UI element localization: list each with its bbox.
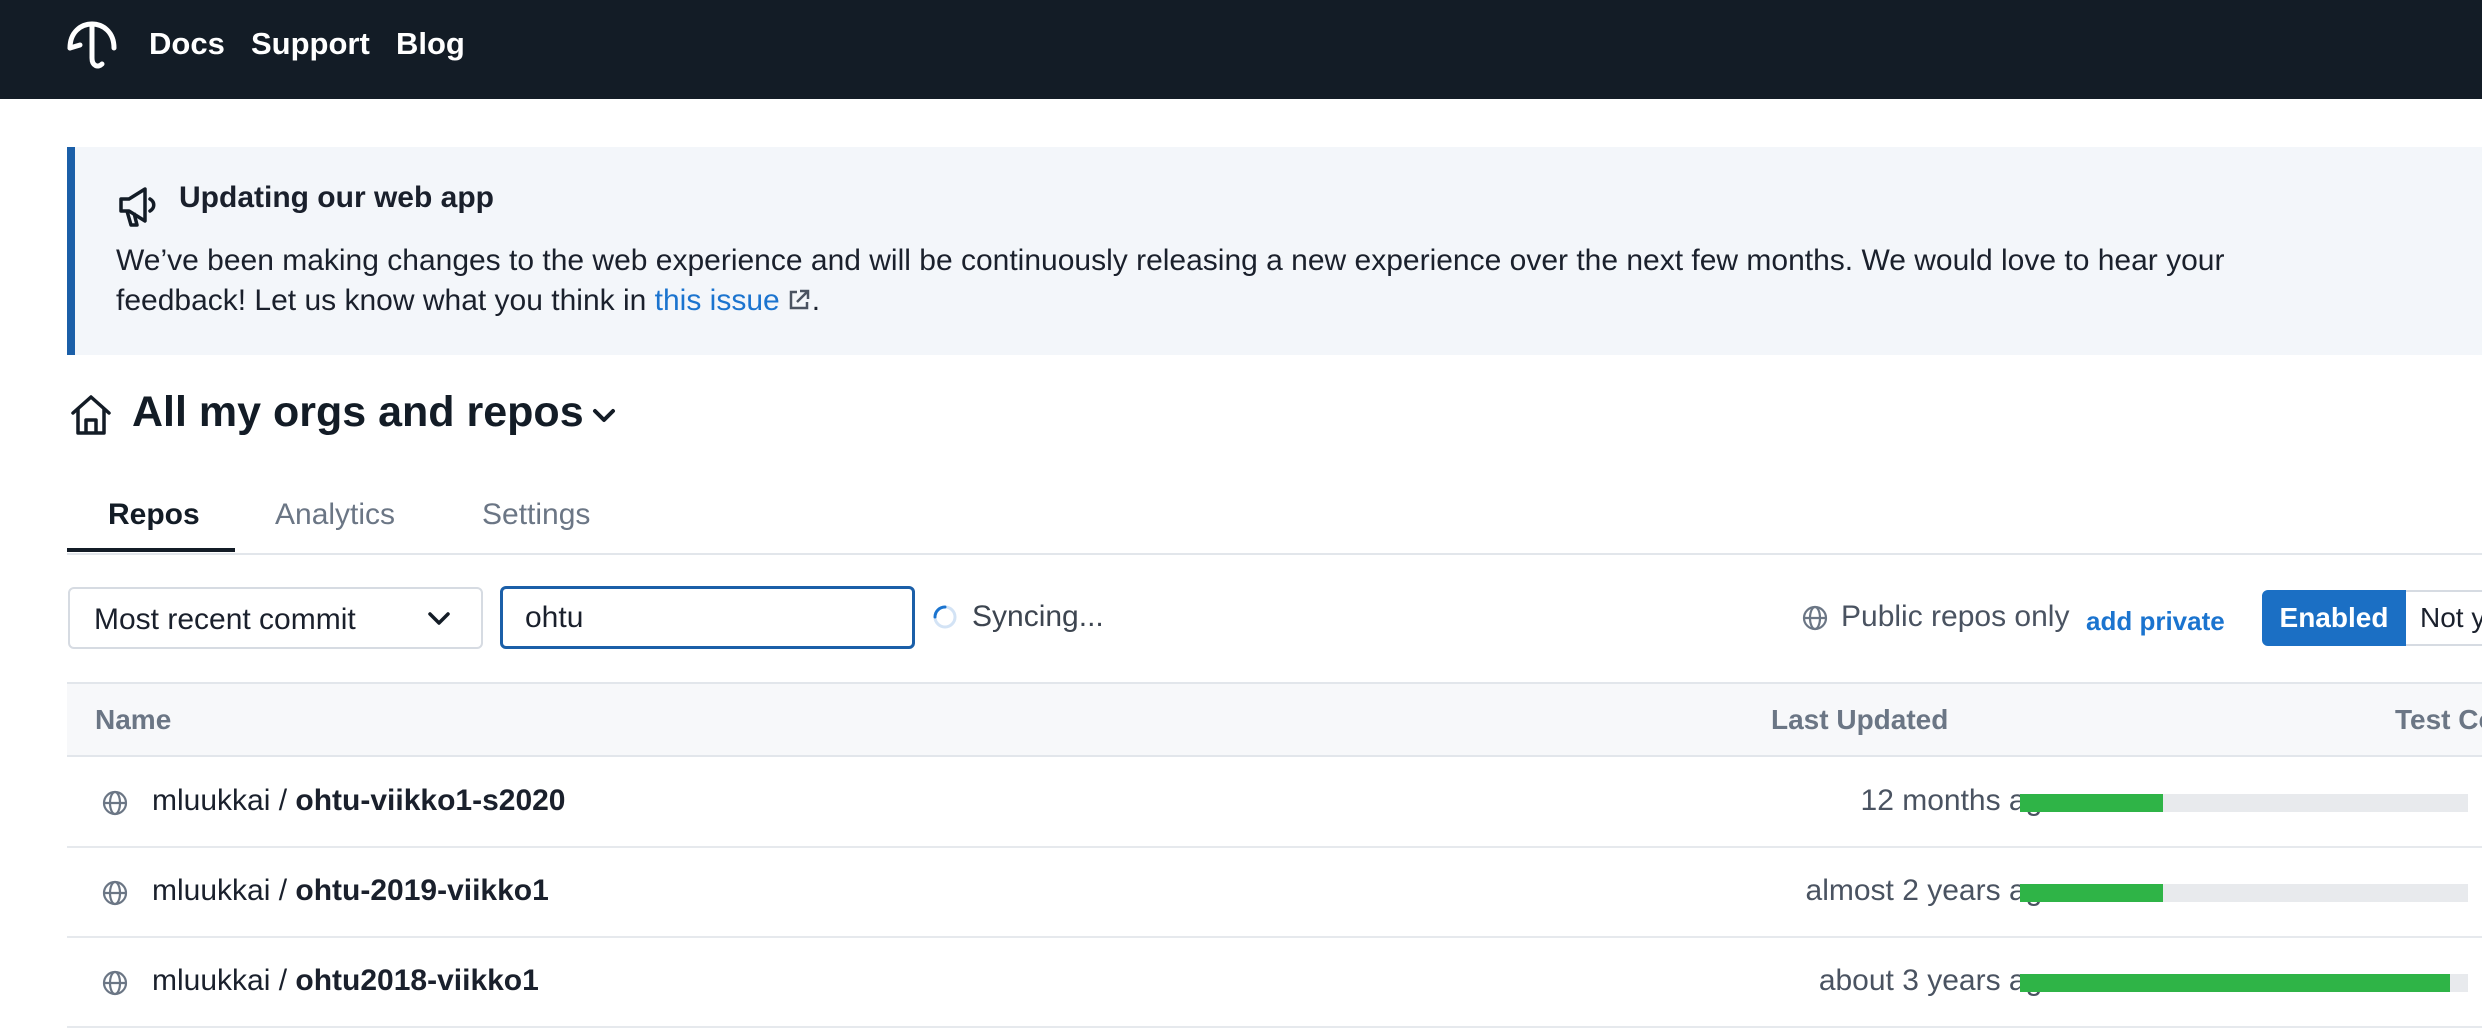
feedback-issue-link-text: this issue	[654, 284, 780, 317]
coverage-bar	[2020, 884, 2468, 902]
globe-icon	[102, 790, 128, 816]
table-row[interactable]: mluukkai / ohtu-2019-viikko1 almost 2 yea…	[67, 848, 2482, 938]
sync-status: Syncing...	[972, 600, 1104, 633]
globe-icon	[102, 970, 128, 996]
globe-icon	[102, 880, 128, 906]
feedback-issue-link[interactable]: this issue	[655, 284, 812, 317]
codecov-umbrella-icon[interactable]	[64, 18, 120, 74]
sort-select-value: Most recent commit	[94, 603, 356, 636]
coverage-bar-fill	[2020, 974, 2451, 992]
table-row[interactable]: mluukkai / ohtu-viikko1-s2020 12 months a…	[67, 758, 2482, 848]
add-private-link[interactable]: add private	[2086, 606, 2225, 637]
column-header-name[interactable]: Name	[95, 704, 171, 736]
globe-icon	[1802, 605, 1828, 631]
repo-link[interactable]: mluukkai / ohtu2018-viikko1	[152, 964, 539, 998]
megaphone-icon	[119, 187, 156, 227]
sort-select[interactable]: Most recent commit	[68, 587, 483, 649]
tab-settings[interactable]: Settings	[482, 498, 590, 551]
tab-repos[interactable]: Repos	[108, 498, 200, 551]
repo-separator: /	[270, 784, 296, 817]
repo-search-input[interactable]	[500, 586, 915, 649]
repo-owner: mluukkai	[152, 874, 271, 907]
active-tab-indicator	[67, 548, 235, 552]
repo-link[interactable]: mluukkai / ohtu-2019-viikko1	[152, 874, 549, 908]
repo-owner: mluukkai	[152, 964, 271, 997]
public-repos-label: Public repos only	[1841, 600, 2070, 633]
external-link-icon	[789, 289, 809, 310]
banner-text: We’ve been making changes to the web exp…	[116, 241, 2256, 321]
coverage-bar	[2020, 974, 2468, 992]
enabled-toggle-button[interactable]: Enabled	[2262, 590, 2406, 646]
repo-separator: /	[270, 964, 296, 997]
repo-name: ohtu-2019-viikko1	[295, 874, 549, 907]
not-yet-setup-toggle-button[interactable]: Not yet setup	[2406, 590, 2482, 646]
coverage-bar-fill	[2020, 884, 2164, 902]
banner-text-before: We’ve been making changes to the web exp…	[116, 244, 2225, 317]
nav-link-docs[interactable]: Docs	[149, 26, 225, 62]
column-header-test-coverage[interactable]: Test Coverage	[2395, 704, 2482, 736]
repo-name: ohtu-viikko1-s2020	[295, 784, 566, 817]
home-icon	[71, 395, 111, 435]
banner-title: Updating our web app	[179, 181, 494, 214]
nav-link-blog[interactable]: Blog	[396, 26, 465, 62]
page-title[interactable]: All my orgs and repos	[132, 388, 584, 437]
chevron-down-icon	[428, 612, 450, 625]
column-header-last-updated[interactable]: Last Updated	[1771, 704, 1948, 736]
coverage-bar-fill	[2020, 794, 2164, 812]
repo-name: ohtu2018-viikko1	[295, 964, 539, 997]
nav-link-support[interactable]: Support	[251, 26, 370, 62]
repo-owner: mluukkai	[152, 784, 271, 817]
table-header: Name Last Updated Test Coverage	[67, 682, 2482, 757]
top-nav-bar: Docs Support Blog	[0, 0, 2482, 99]
table-row[interactable]: mluukkai / ohtu2018-viikko1 about 3 years…	[67, 938, 2482, 1028]
loading-spinner-icon	[933, 605, 957, 629]
banner-text-after: .	[811, 284, 821, 317]
repo-link[interactable]: mluukkai / ohtu-viikko1-s2020	[152, 784, 566, 818]
tab-bar: Repos Analytics Settings	[67, 470, 2482, 555]
announcement-banner: Updating our web app We’ve been making c…	[67, 147, 2482, 355]
coverage-bar	[2020, 794, 2468, 812]
repo-separator: /	[270, 874, 296, 907]
tab-analytics[interactable]: Analytics	[275, 498, 395, 551]
chevron-down-icon[interactable]	[588, 400, 620, 432]
